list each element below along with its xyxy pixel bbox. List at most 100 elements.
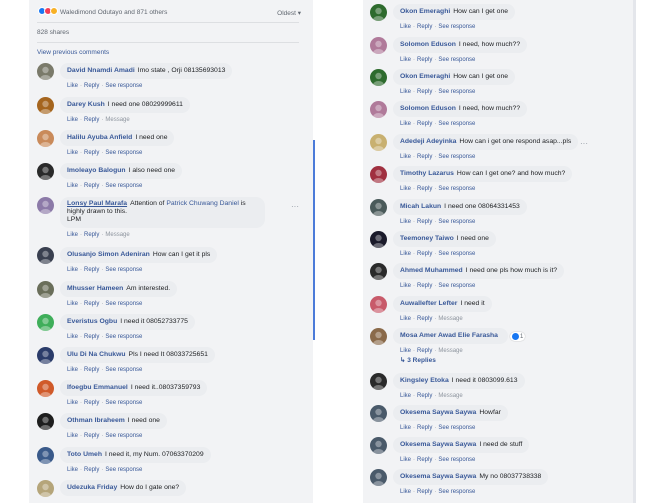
see-response-link[interactable]: See response	[438, 489, 475, 495]
see-response-link[interactable]: See response	[105, 183, 142, 189]
see-response-link[interactable]: See response	[438, 154, 475, 160]
like-link[interactable]: Like	[400, 219, 411, 225]
see-response-link[interactable]: See response	[438, 24, 475, 30]
comment-author[interactable]: David Nnamdi Amadi	[67, 67, 135, 74]
like-link[interactable]: Like	[67, 467, 78, 473]
avatar[interactable]	[37, 130, 54, 147]
see-response-link[interactable]: See response	[105, 150, 142, 156]
see-response-link[interactable]: See response	[438, 121, 475, 127]
reply-link[interactable]: Reply	[417, 57, 432, 63]
like-link[interactable]: Like	[400, 393, 411, 399]
avatar[interactable]	[370, 166, 387, 183]
like-link[interactable]: Like	[400, 154, 411, 160]
comment-author[interactable]: Solomon Eduson	[400, 41, 456, 48]
reply-link[interactable]: Reply	[417, 489, 432, 495]
avatar[interactable]	[37, 413, 54, 430]
more-options-icon[interactable]: ···	[580, 139, 588, 148]
like-link[interactable]: Like	[67, 232, 78, 238]
reply-link[interactable]: Reply	[84, 367, 99, 373]
reply-link[interactable]: Reply	[84, 150, 99, 156]
avatar[interactable]	[37, 347, 54, 364]
like-link[interactable]: Like	[400, 251, 411, 257]
reply-link[interactable]: Reply	[84, 400, 99, 406]
avatar[interactable]	[370, 37, 387, 54]
comment-author[interactable]: Ifoegbu Emmanuel	[67, 384, 128, 391]
like-link[interactable]: Like	[67, 433, 78, 439]
like-link[interactable]: Like	[67, 183, 78, 189]
see-response-link[interactable]: See response	[438, 283, 475, 289]
scrollbar[interactable]	[633, 0, 636, 503]
see-response-link[interactable]: See response	[105, 467, 142, 473]
avatar[interactable]	[37, 447, 54, 464]
reply-link[interactable]: Reply	[417, 186, 432, 192]
comment-author[interactable]: Othman Ibraheem	[67, 417, 125, 424]
comment-author[interactable]: Micah Lakun	[400, 203, 441, 210]
reply-link[interactable]: Reply	[84, 232, 99, 238]
see-response-link[interactable]: See response	[105, 367, 142, 373]
like-link[interactable]: Like	[400, 348, 411, 354]
avatar[interactable]	[37, 281, 54, 298]
reply-link[interactable]: Reply	[84, 467, 99, 473]
avatar[interactable]	[37, 163, 54, 180]
comment-author[interactable]: Darey Kush	[67, 101, 105, 108]
like-link[interactable]: Like	[67, 301, 78, 307]
like-link[interactable]: Like	[67, 117, 78, 123]
see-response-link[interactable]: See response	[105, 301, 142, 307]
like-link[interactable]: Like	[67, 400, 78, 406]
like-link[interactable]: Like	[67, 367, 78, 373]
comment-author[interactable]: Ahmed Muhammed	[400, 267, 463, 274]
reply-link[interactable]: Reply	[84, 267, 99, 273]
reply-link[interactable]: Reply	[417, 89, 432, 95]
like-link[interactable]: Like	[400, 283, 411, 289]
reactors-summary[interactable]: Waledimond Odutayo and 871 others	[60, 9, 167, 16]
avatar[interactable]	[370, 199, 387, 216]
avatar[interactable]	[370, 4, 387, 21]
comment-author[interactable]: Solomon Eduson	[400, 105, 456, 112]
see-response-link[interactable]: See response	[438, 57, 475, 63]
reply-link[interactable]: Reply	[84, 183, 99, 189]
comment-author[interactable]: Auwallefter Lefter	[400, 300, 457, 307]
like-link[interactable]: Like	[400, 457, 411, 463]
avatar[interactable]	[37, 380, 54, 397]
avatar[interactable]	[370, 263, 387, 280]
avatar[interactable]	[370, 296, 387, 313]
avatar[interactable]	[37, 97, 54, 114]
sort-order-dropdown[interactable]: Oldest ▾	[277, 9, 301, 17]
like-link[interactable]: Like	[67, 267, 78, 273]
comment-author[interactable]: Everistus Ogbu	[67, 318, 117, 325]
reply-link[interactable]: Reply	[84, 334, 99, 340]
message-link[interactable]: Message	[105, 232, 129, 238]
reply-link[interactable]: Reply	[417, 219, 432, 225]
see-response-link[interactable]: See response	[105, 83, 142, 89]
reply-link[interactable]: Reply	[84, 83, 99, 89]
comment-author[interactable]: Okon Emeraghi	[400, 8, 450, 15]
like-link[interactable]: Like	[400, 24, 411, 30]
see-response-link[interactable]: See response	[438, 89, 475, 95]
comment-author[interactable]: Okesema Saywa Saywa	[400, 473, 476, 480]
comment-author[interactable]: Udezuka Friday	[67, 484, 117, 491]
see-response-link[interactable]: See response	[105, 400, 142, 406]
mention-link[interactable]: Patrick Chuwang Daniel	[166, 200, 239, 207]
avatar[interactable]	[370, 469, 387, 486]
comment-author[interactable]: Halilu Ayuba Anfield	[67, 134, 132, 141]
see-response-link[interactable]: See response	[438, 457, 475, 463]
avatar[interactable]	[37, 314, 54, 331]
comment-author[interactable]: Adedeji Adeyinka	[400, 138, 456, 145]
comment-author[interactable]: Lonsy Paul Marafa	[67, 200, 127, 207]
avatar[interactable]	[370, 405, 387, 422]
comment-author[interactable]: Timothy Lazarus	[400, 170, 454, 177]
like-link[interactable]: Like	[67, 150, 78, 156]
message-link[interactable]: Message	[438, 348, 462, 354]
like-link[interactable]: Like	[400, 186, 411, 192]
comment-author[interactable]: Okesema Saywa Saywa	[400, 441, 476, 448]
avatar[interactable]	[37, 247, 54, 264]
avatar[interactable]	[370, 134, 387, 151]
view-previous-comments-link[interactable]: View previous comments	[37, 49, 109, 56]
like-link[interactable]: Like	[400, 425, 411, 431]
see-response-link[interactable]: See response	[105, 267, 142, 273]
message-link[interactable]: Message	[438, 393, 462, 399]
share-count[interactable]: 828 shares	[37, 29, 69, 36]
comment-author[interactable]: Toto Umeh	[67, 451, 102, 458]
comment-author[interactable]: Mosa Amer Awad Elie Farasha	[400, 332, 498, 339]
scrollbar[interactable]	[313, 140, 315, 340]
